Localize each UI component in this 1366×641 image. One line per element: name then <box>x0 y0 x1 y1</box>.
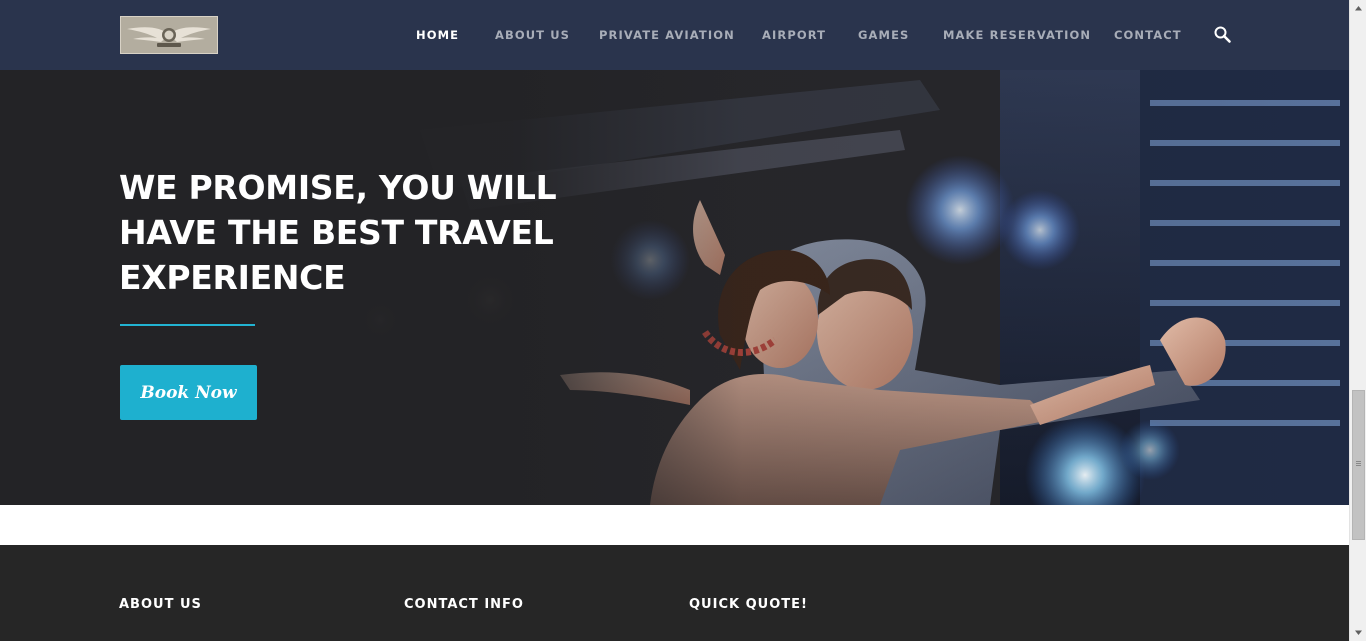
hero-section: WE PROMISE, YOU WILL HAVE THE BEST TRAVE… <box>0 70 1349 505</box>
hero-title-line-1: WE PROMISE, YOU WILL <box>119 168 557 207</box>
book-now-button[interactable]: Book Now <box>120 365 257 420</box>
site-footer: ABOUT US CONTACT INFO QUICK QUOTE! <box>0 545 1349 641</box>
search-icon[interactable] <box>1213 25 1233 45</box>
hero-divider <box>120 324 255 326</box>
nav-airport[interactable]: AIRPORT <box>762 27 826 43</box>
site-logo[interactable] <box>120 16 218 54</box>
scrollbar-thumb[interactable] <box>1352 390 1365 540</box>
nav-games[interactable]: GAMES <box>858 27 909 43</box>
spacer-band <box>0 505 1349 545</box>
site-header: HOME ABOUT US PRIVATE AVIATION AIRPORT G… <box>0 0 1349 70</box>
hero-title-line-2: HAVE THE BEST TRAVEL <box>119 213 554 252</box>
page-scrollbar[interactable] <box>1349 0 1366 641</box>
hero-title: WE PROMISE, YOU WILL HAVE THE BEST TRAVE… <box>119 165 589 300</box>
nav-make-reservation[interactable]: MAKE RESERVATION <box>943 27 1091 43</box>
footer-heading-about-us: ABOUT US <box>119 597 202 612</box>
nav-about-us[interactable]: ABOUT US <box>495 27 570 43</box>
scroll-up-arrow-icon[interactable] <box>1350 0 1366 17</box>
nav-contact[interactable]: CONTACT <box>1114 27 1182 43</box>
scroll-down-arrow-icon[interactable] <box>1350 624 1366 641</box>
nav-home[interactable]: HOME <box>416 27 459 43</box>
footer-heading-quick-quote: QUICK QUOTE! <box>689 597 808 612</box>
footer-heading-contact-info: CONTACT INFO <box>404 597 524 612</box>
nav-private-aviation[interactable]: PRIVATE AVIATION <box>599 27 735 43</box>
hero-title-line-3: EXPERIENCE <box>119 258 346 297</box>
